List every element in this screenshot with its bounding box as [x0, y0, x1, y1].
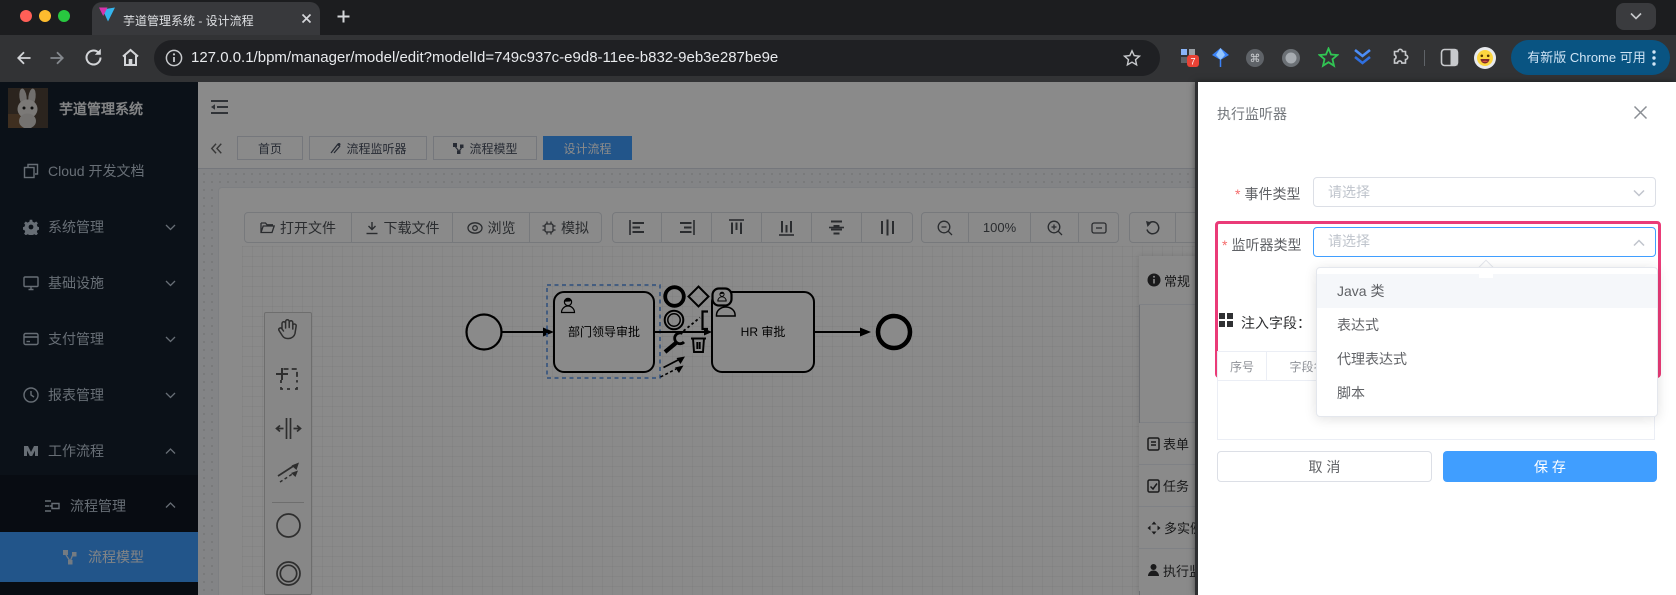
svg-text:⌘: ⌘ — [1250, 53, 1261, 65]
svg-text:7: 7 — [1190, 57, 1195, 67]
